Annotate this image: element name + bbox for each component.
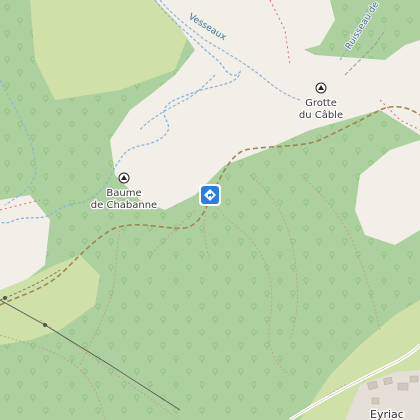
map-view[interactable]: Baume de Chabanne Grotte du Câble Vessea… xyxy=(0,0,420,420)
power-tower-icon xyxy=(43,323,47,327)
cave-label-line1: Grotte xyxy=(305,98,337,109)
power-tower-icon xyxy=(3,296,7,300)
map-canvas[interactable]: Baume de Chabanne Grotte du Câble Vessea… xyxy=(0,0,420,420)
cave-label-line1: Baume xyxy=(106,188,141,199)
cave-label-line2: du Câble xyxy=(299,109,343,121)
cave-marker-baume[interactable] xyxy=(118,172,130,184)
directions-marker[interactable] xyxy=(199,184,221,206)
cave-marker-grotte[interactable] xyxy=(315,82,327,94)
town-label: Eyriac xyxy=(370,408,404,420)
cave-label-line2: de Chabanne xyxy=(91,200,157,211)
